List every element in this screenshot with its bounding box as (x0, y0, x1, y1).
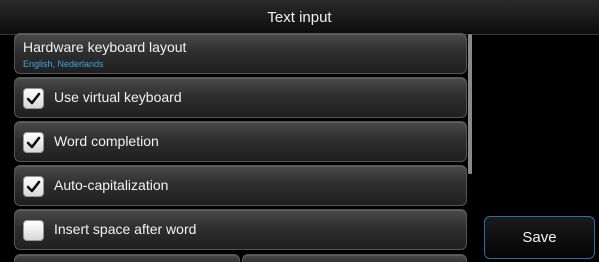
save-button-label: Save (522, 229, 557, 246)
hardware-keyboard-layout-value: English, Nederlands (23, 59, 104, 69)
text-input-settings-window: Text input Hardware keyboard layout Engl… (0, 0, 599, 262)
use-virtual-keyboard-checkbox[interactable] (23, 88, 44, 109)
use-virtual-keyboard-label: Use virtual keyboard (54, 89, 182, 105)
use-virtual-keyboard-item[interactable]: Use virtual keyboard (14, 77, 467, 118)
insert-space-after-word-checkbox[interactable] (23, 220, 44, 241)
scrollbar-thumb[interactable] (468, 34, 472, 174)
checkmark-icon (26, 136, 41, 149)
list-item[interactable] (14, 254, 240, 262)
hardware-keyboard-layout-label: Hardware keyboard layout (23, 39, 187, 55)
list-item[interactable] (242, 254, 467, 262)
window-title: Text input (267, 8, 332, 26)
word-completion-checkbox[interactable] (23, 132, 44, 153)
checkmark-icon (26, 92, 41, 105)
title-bar: Text input (0, 0, 599, 35)
auto-capitalization-label: Auto-capitalization (54, 177, 169, 193)
checkmark-icon (26, 180, 41, 193)
word-completion-label: Word completion (54, 133, 159, 149)
insert-space-after-word-label: Insert space after word (54, 221, 197, 237)
word-completion-item[interactable]: Word completion (14, 121, 467, 162)
hardware-keyboard-layout-item[interactable]: Hardware keyboard layout English, Nederl… (14, 33, 467, 74)
auto-capitalization-item[interactable]: Auto-capitalization (14, 165, 467, 206)
save-button[interactable]: Save (484, 216, 595, 259)
auto-capitalization-checkbox[interactable] (23, 176, 44, 197)
settings-list[interactable]: Hardware keyboard layout English, Nederl… (14, 33, 467, 262)
insert-space-after-word-item[interactable]: Insert space after word (14, 209, 467, 250)
